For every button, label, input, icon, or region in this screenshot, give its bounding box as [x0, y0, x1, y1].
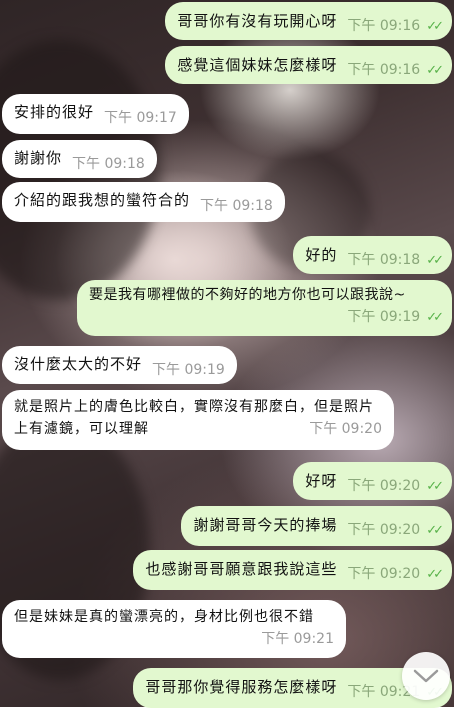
read-receipt-icon: ✓✓	[426, 310, 444, 325]
chevron-down-icon	[413, 669, 439, 683]
message-bubble-incoming[interactable]: 介紹的跟我想的蠻符合的 下午 09:18	[2, 182, 285, 222]
message-time: 下午 09:19	[152, 362, 225, 378]
message-bubble-outgoing[interactable]: 謝謝哥哥今天的捧場 下午 09:20 ✓✓	[181, 506, 452, 546]
message-text: 謝謝你	[14, 149, 63, 167]
message-time: 下午 09:18 ✓✓	[347, 252, 444, 268]
scroll-to-bottom-button[interactable]	[402, 652, 450, 700]
message-time: 下午 09:16 ✓✓	[347, 62, 444, 78]
message-bubble-incoming[interactable]: 就是照片上的膚色比較白，實際沒有那麼白，但是照片上有濾鏡，可以理解 下午 09:…	[2, 390, 394, 450]
read-receipt-icon: ✓✓	[426, 253, 444, 268]
read-receipt-icon: ✓✓	[426, 19, 444, 34]
message-text: 介紹的跟我想的蠻符合的	[14, 191, 191, 209]
message-time: 下午 09:20 ✓✓	[347, 522, 444, 538]
message-time: 下午 09:18	[200, 198, 273, 214]
message-bubble-outgoing[interactable]: 也感謝哥哥願意跟我說這些 下午 09:20 ✓✓	[133, 550, 452, 590]
message-text: 哥哥你有沒有玩開心呀	[177, 12, 338, 30]
message-bubble-incoming[interactable]: 謝謝你 下午 09:18	[2, 140, 157, 178]
message-bubble-outgoing[interactable]: 好的 下午 09:18 ✓✓	[293, 236, 452, 274]
message-bubble-incoming[interactable]: 安排的很好 下午 09:17	[2, 94, 189, 134]
message-bubble-outgoing[interactable]: 好呀 下午 09:20 ✓✓	[293, 462, 452, 500]
message-bubble-outgoing[interactable]: 感覺這個妹妹怎麼樣呀 下午 09:16 ✓✓	[165, 46, 452, 84]
message-time: 下午 09:20	[309, 421, 382, 437]
message-bubble-incoming[interactable]: 但是妹妹是真的蠻漂亮的，身材比例也很不錯 下午 09:21	[2, 600, 346, 658]
message-text: 要是我有哪裡做的不夠好的地方你也可以跟我說~	[89, 287, 406, 303]
read-receipt-icon: ✓✓	[426, 523, 444, 538]
message-time: 下午 09:17	[104, 110, 177, 126]
message-time: 下午 09:18	[72, 156, 145, 172]
read-receipt-icon: ✓✓	[426, 479, 444, 494]
message-text: 好呀	[305, 472, 338, 490]
message-time: 下午 09:21	[261, 631, 334, 647]
message-text: 哥哥那你覺得服務怎麼樣呀	[145, 678, 338, 696]
message-text: 但是妹妹是真的蠻漂亮的，身材比例也很不錯	[14, 609, 314, 625]
message-time: 下午 09:19 ✓✓	[347, 309, 444, 325]
message-bubble-incoming[interactable]: 沒什麼太大的不好 下午 09:19	[2, 346, 237, 384]
message-list[interactable]: 哥哥你有沒有玩開心呀 下午 09:16 ✓✓ 感覺這個妹妹怎麼樣呀 下午 09:16 ✓…	[0, 0, 454, 708]
message-text: 謝謝哥哥今天的捧場	[193, 516, 338, 534]
message-text: 好的	[305, 246, 338, 264]
message-time: 下午 09:20 ✓✓	[347, 566, 444, 582]
message-text: 安排的很好	[14, 103, 95, 121]
read-receipt-icon: ✓✓	[426, 63, 444, 78]
message-time: 下午 09:20 ✓✓	[347, 478, 444, 494]
message-bubble-outgoing[interactable]: 哥哥你有沒有玩開心呀 下午 09:16 ✓✓	[165, 2, 452, 40]
message-bubble-outgoing[interactable]: 要是我有哪裡做的不夠好的地方你也可以跟我說~ 下午 09:19 ✓✓	[77, 280, 452, 336]
message-text: 也感謝哥哥願意跟我說這些	[145, 560, 338, 578]
read-receipt-icon: ✓✓	[426, 567, 444, 582]
message-text: 沒什麼太大的不好	[14, 355, 143, 373]
message-time: 下午 09:16 ✓✓	[347, 18, 444, 34]
message-text: 感覺這個妹妹怎麼樣呀	[177, 56, 338, 74]
